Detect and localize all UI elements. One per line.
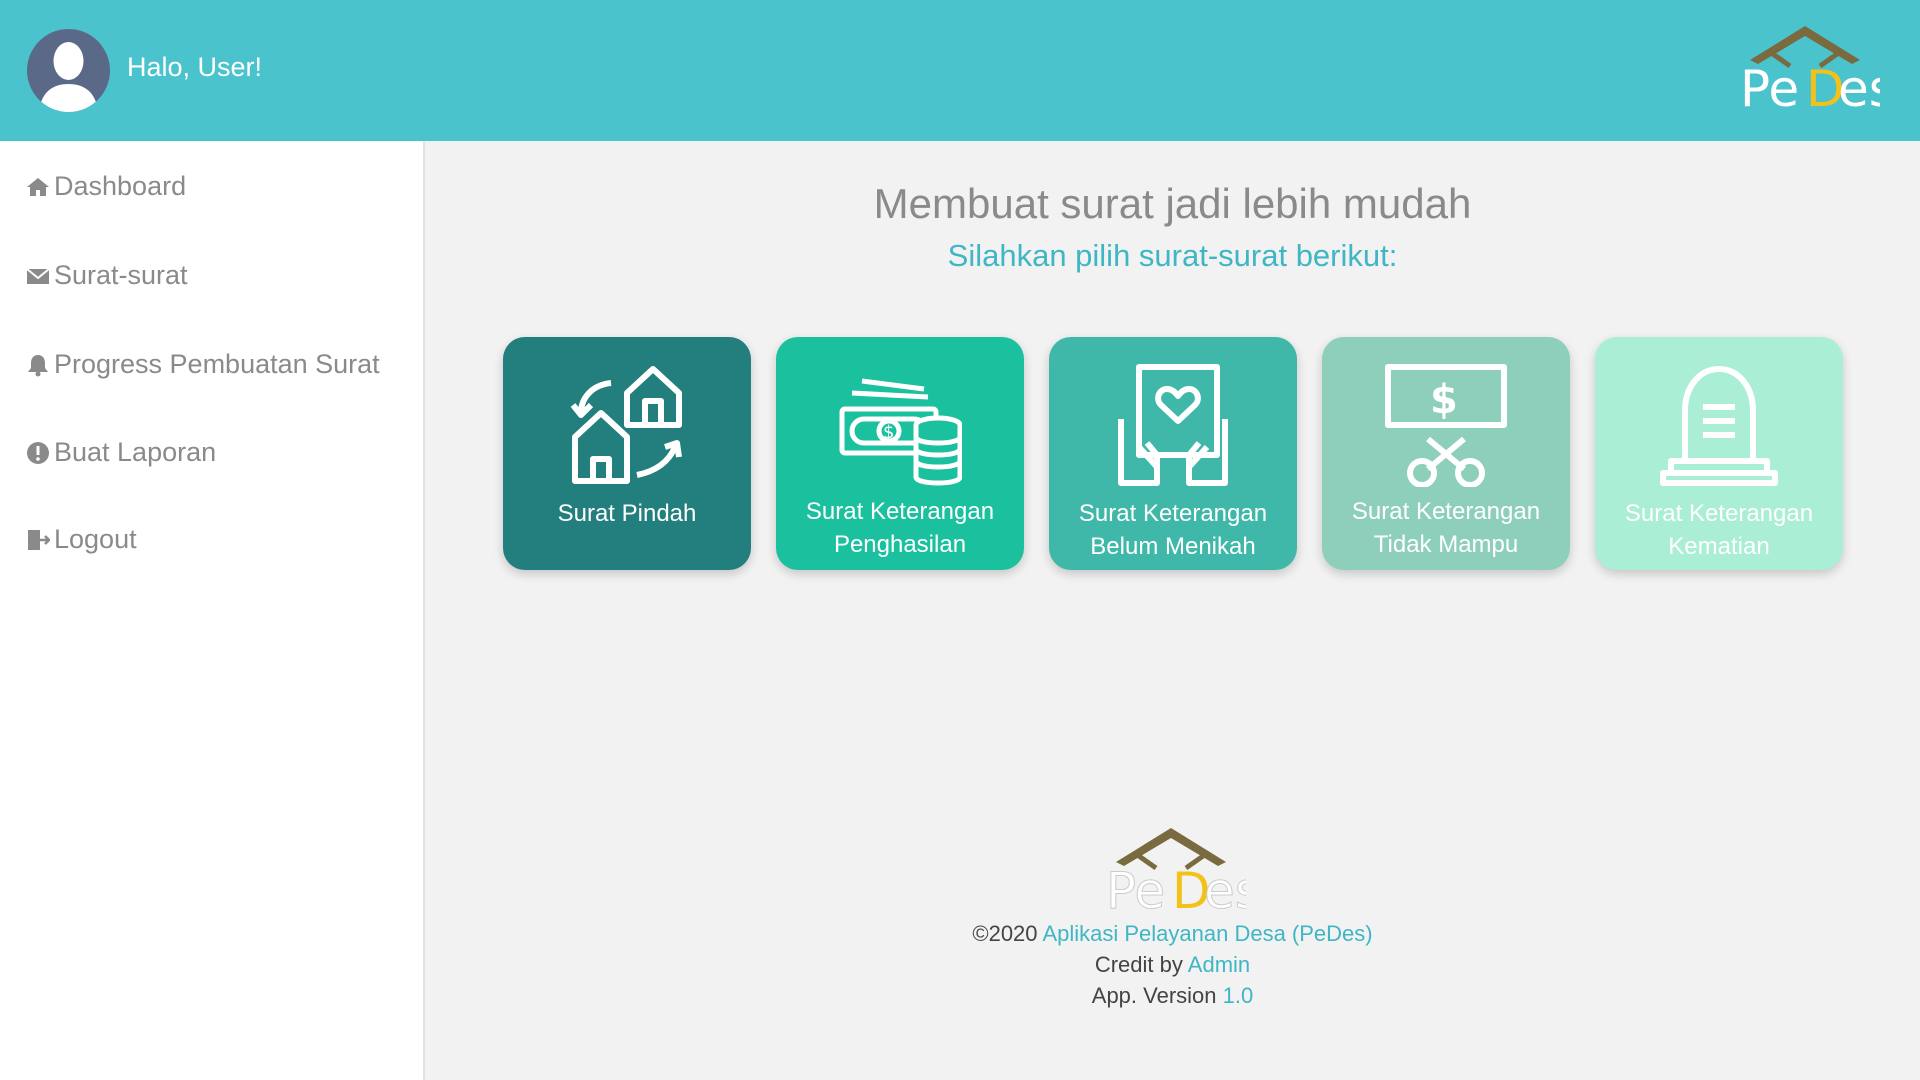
svg-text:es: es (1838, 60, 1880, 112)
sidebar-item-buat-laporan[interactable]: Buat Laporan (26, 437, 216, 468)
card-surat-keterangan-penghasilan[interactable]: $ Surat Keterangan Penghasilan (776, 337, 1024, 570)
sidebar-item-progress[interactable]: Progress Pembuatan Surat (26, 349, 380, 380)
version-number: 1.0 (1222, 983, 1254, 1008)
pedes-logo[interactable]: Pe D es (1730, 22, 1880, 112)
card-label-line1: Surat Keterangan (805, 498, 995, 525)
svg-text:es: es (1204, 862, 1246, 914)
card-label-line1: Surat Keterangan (1078, 500, 1268, 527)
svg-text:Pe: Pe (1106, 862, 1165, 914)
sidebar-item-label: Logout (54, 524, 137, 554)
exclamation-circle-icon (26, 441, 50, 465)
user-avatar[interactable] (27, 29, 110, 112)
copyright-year: ©2020 (972, 921, 1038, 946)
page-subtitle: Silahkan pilih surat-surat berikut: (947, 238, 1398, 273)
sidebar-item-label: Dashboard (54, 171, 187, 201)
envelope-icon (26, 264, 50, 288)
top-header: Halo, User! Pe D es (0, 0, 1920, 141)
svg-text:$: $ (1430, 377, 1458, 423)
credit-admin-link[interactable]: Admin (1188, 952, 1250, 977)
card-surat-keterangan-tidak-mampu[interactable]: $ Surat Keterangan Tidak Mampu (1322, 337, 1570, 570)
card-label-line2: Tidak Mampu (1373, 531, 1519, 558)
card-surat-keterangan-kematian[interactable]: Surat Keterangan Kematian (1595, 337, 1843, 570)
card-label: Surat Pindah (557, 500, 697, 527)
footer-copyright: ©2020 Aplikasi Pelayanan Desa (PeDes) (425, 921, 1920, 947)
card-label-line1: Surat Keterangan (1351, 498, 1541, 525)
cut-money-icon: $ (1384, 363, 1508, 488)
logout-icon (26, 528, 50, 552)
card-label-line2: Penghasilan (833, 531, 967, 558)
bell-icon (26, 353, 50, 377)
money-icon: $ (838, 363, 963, 487)
svg-text:Pe: Pe (1740, 60, 1799, 112)
sidebar-item-dashboard[interactable]: Dashboard (26, 171, 186, 202)
footer-pedes-logo: Pe D es (1096, 824, 1246, 914)
sidebar-item-logout[interactable]: Logout (26, 524, 137, 555)
card-label-line2: Belum Menikah (1090, 533, 1256, 560)
moving-house-icon (565, 363, 689, 487)
card-surat-keterangan-belum-menikah[interactable]: Surat Keterangan Belum Menikah (1049, 337, 1297, 570)
sidebar-item-label: Surat-surat (54, 260, 188, 290)
home-icon (26, 175, 50, 199)
app-name-link[interactable]: Aplikasi Pelayanan Desa (PeDes) (1042, 921, 1372, 946)
card-label-line1: Surat Keterangan (1624, 500, 1814, 527)
page-title: Membuat surat jadi lebih mudah (873, 180, 1472, 227)
sidebar-item-surat-surat[interactable]: Surat-surat (26, 260, 188, 291)
card-surat-pindah[interactable]: Surat Pindah (503, 337, 751, 570)
card-label-line2: Kematian (1668, 533, 1770, 560)
sidebar: Dashboard Surat-surat Progress Pembuatan… (0, 141, 425, 1080)
user-greeting: Halo, User! (127, 52, 263, 82)
credit-prefix: Credit by (1094, 952, 1183, 977)
sidebar-item-label: Progress Pembuatan Surat (54, 349, 380, 379)
version-prefix: App. Version (1091, 983, 1217, 1008)
sidebar-item-label: Buat Laporan (54, 437, 217, 467)
footer-credit: Credit by Admin (425, 952, 1920, 978)
gravestone-icon (1657, 363, 1781, 487)
svg-text:$: $ (883, 422, 894, 443)
love-letter-icon (1111, 363, 1235, 487)
footer-version: App. Version 1.0 (425, 983, 1920, 1009)
